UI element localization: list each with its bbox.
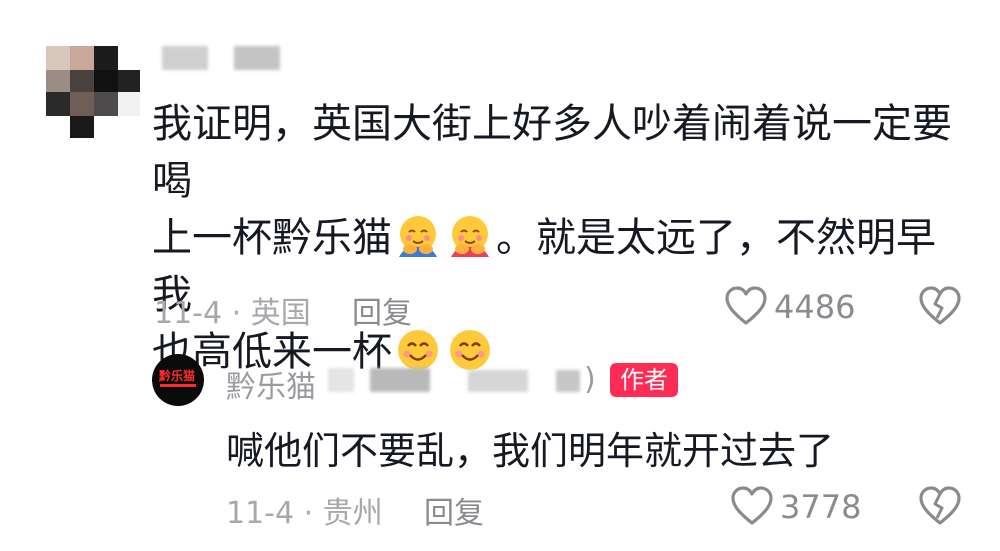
hug-emoji-icon (451, 216, 489, 257)
reply-text: 喊他们不要乱，我们明年就开过去了 (226, 429, 835, 473)
comment-reply-button[interactable]: 回复 (352, 288, 412, 332)
like-heart-icon[interactable] (724, 286, 768, 326)
reply-like-count: 3778 (780, 488, 862, 526)
reply-date-location: 11-4 · 贵州 (226, 496, 383, 531)
reply-avatar[interactable]: 黔乐猫 (152, 354, 204, 406)
comment-avatar[interactable] (46, 46, 140, 138)
reply-author-name[interactable]: 黔乐猫 (226, 362, 316, 406)
reply-author-suffix: ) (584, 362, 596, 397)
reply-reply-button[interactable]: 回复 (424, 488, 484, 532)
author-badge: 作者 (610, 363, 678, 397)
avatar-logo-text: 黔乐猫 (159, 369, 196, 383)
hug-emoji-icon (399, 216, 437, 257)
dislike-broken-heart-icon[interactable] (918, 286, 962, 326)
reply-author-name-redacted (318, 364, 588, 394)
comment-like-count: 4486 (774, 288, 856, 326)
dislike-broken-heart-icon[interactable] (918, 486, 962, 526)
like-heart-icon[interactable] (730, 486, 774, 526)
comment-body: 我证明，英国大街上好多人吵着闹着说一定要喝 上一杯黔乐猫 。就是太远了，不然明早… (152, 96, 972, 381)
username-redacted[interactable] (162, 46, 282, 72)
comment-line-1: 我证明，英国大街上好多人吵着闹着说一定要喝 (152, 101, 952, 204)
comment-date-location: 11-4 · 英国 (154, 296, 311, 331)
